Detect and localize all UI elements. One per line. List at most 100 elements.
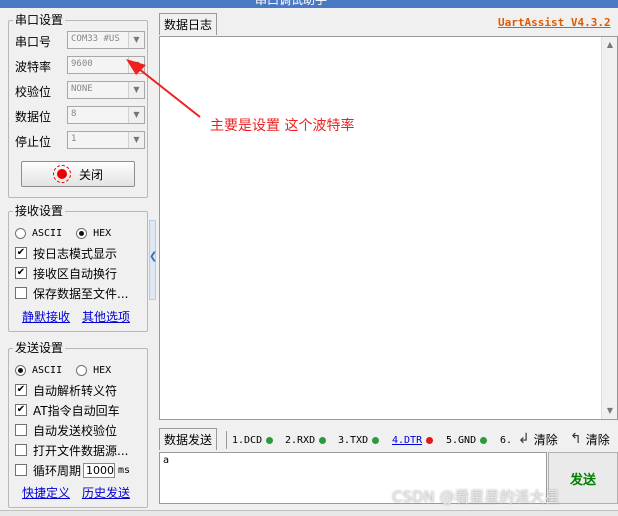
databits-label: 数据位 [15,109,52,124]
parity-label: 校验位 [15,84,52,99]
log-mode-option[interactable]: ✔ 按日志模式显示 [15,244,117,262]
tab-data-log[interactable]: 数据日志 [159,13,218,35]
signal-6-label: 6. [500,434,513,446]
signal-txd-label: 3.TXD [338,434,369,446]
receive-settings-title: 接收设置 [13,204,66,218]
log-mode-label: 按日志模式显示 [33,246,118,261]
stopbits-row: 停止位 [15,131,59,151]
checksum-checkbox[interactable] [15,424,27,436]
serial-settings-title: 串口设置 [13,13,66,27]
signal-gnd: 5.GND [446,432,488,448]
save-to-file-option[interactable]: 保存数据至文件... [15,284,128,302]
port-select[interactable]: COM33 #US ▼ [67,31,145,49]
send-hex-label: HEX [93,364,112,376]
clear-receive-button[interactable]: ↲ 清除 [518,430,558,448]
port-status-icon [52,165,71,183]
save-to-file-label: 保存数据至文件... [33,286,129,301]
panel-splitter[interactable]: ❮ [149,220,157,300]
tab-data-send-label: 数据发送 [164,433,213,447]
signal-rxd-indicator [319,436,327,444]
tab-data-send[interactable]: 数据发送 [159,428,218,450]
watermark: CSDN @看星星的派大星 [392,488,560,506]
log-scrollbar[interactable]: ▲ ▼ [601,37,617,419]
baud-label: 波特率 [15,59,52,74]
silent-receive-link[interactable]: 静默接收 [22,308,70,325]
auto-wrap-checkbox[interactable]: ✔ [15,267,27,279]
save-to-file-checkbox[interactable] [15,287,27,299]
parity-row: 校验位 [15,81,59,101]
signal-dtr[interactable]: 4.DTR [392,432,434,448]
send-mode-row: ASCII HEX [15,361,111,379]
scroll-down-icon[interactable]: ▼ [602,403,618,419]
cycle-label: 循环周期 [33,463,82,478]
signal-txd-indicator [372,436,380,444]
checksum-label: 自动发送校验位 [33,423,118,438]
log-mode-checkbox[interactable]: ✔ [15,247,27,259]
send-hex-radio[interactable] [76,364,88,376]
checksum-option[interactable]: 自动发送校验位 [15,421,117,439]
send-ascii-radio[interactable] [15,364,26,376]
send-button-label: 发送 [569,472,596,488]
signal-rxd-label: 2.RXD [285,434,316,446]
annotation-arrow [126,59,201,118]
cycle-checkbox[interactable] [15,464,27,476]
receive-mode-row: ASCII HEX [15,224,111,242]
chevron-left-icon[interactable]: ❮ [149,251,157,262]
send-settings-title: 发送设置 [13,341,66,355]
at-return-checkbox[interactable]: ✔ [15,404,27,416]
cycle-input[interactable]: 1000 [83,462,116,478]
send-ascii-label: ASCII [32,364,63,376]
signal-dtr-indicator [426,436,434,444]
escape-checkbox[interactable]: ✔ [15,384,27,396]
parity-value: NONE [71,84,93,94]
clear-receive-label: 清除 [533,432,558,447]
shortcut-link[interactable]: 快捷定义 [22,484,70,501]
signal-rxd: 2.RXD [285,432,327,448]
other-options-link[interactable]: 其他选项 [82,308,130,325]
signal-gnd-label: 5.GND [446,434,477,446]
receive-settings-group: 接收设置 ASCII HEX ✔ 按日志模式显示 ✔ 接收区自动换行 保存数据至… [8,204,148,332]
signal-dcd-label: 1.DCD [232,434,263,446]
escape-label: 自动解析转义符 [33,383,118,398]
chevron-down-icon[interactable]: ▼ [128,132,144,148]
clear-send-button[interactable]: ↰ 清除 [570,430,610,448]
auto-wrap-option[interactable]: ✔ 接收区自动换行 [15,264,117,282]
at-return-label: AT指令自动回车 [33,403,120,418]
file-source-checkbox[interactable] [15,444,27,456]
scroll-up-icon[interactable]: ▲ [602,37,618,53]
version-link[interactable]: UartAssist V4.3.2 [498,16,611,29]
cycle-option[interactable]: 循环周期 1000 ms [15,461,130,479]
port-label: 串口号 [15,34,52,49]
window-title: 串口调试助手 [255,0,328,7]
close-port-button[interactable]: 关闭 [21,161,135,187]
close-port-label: 关闭 [78,167,103,182]
cycle-unit: ms [118,464,131,476]
signal-txd: 3.TXD [338,432,380,448]
status-bar [0,510,618,516]
at-return-option[interactable]: ✔ AT指令自动回车 [15,401,120,419]
signal-6: 6. [500,432,512,448]
separator [226,431,227,449]
port-value: COM33 #US [71,34,120,44]
file-source-option[interactable]: 打开文件数据源... [15,441,128,459]
history-link[interactable]: 历史发送 [82,484,130,501]
signal-dcd-indicator [266,436,274,444]
receive-ascii-label: ASCII [32,227,63,239]
stopbits-label: 停止位 [15,134,52,149]
annotation-text: 主要是设置 这个波特率 [210,118,355,134]
signal-gnd-indicator [480,436,488,444]
signal-dtr-label[interactable]: 4.DTR [392,435,422,446]
chevron-down-icon[interactable]: ▼ [128,32,144,48]
auto-wrap-label: 接收区自动换行 [33,266,118,281]
receive-log-area[interactable]: ▲ ▼ [159,36,618,420]
send-input-text: a [163,455,170,466]
port-row: 串口号 [15,31,59,51]
receive-ascii-radio[interactable] [15,227,26,239]
escape-option[interactable]: ✔ 自动解析转义符 [15,381,117,399]
receive-hex-radio[interactable] [76,227,88,239]
send-settings-group: 发送设置 ASCII HEX ✔ 自动解析转义符 ✔ AT指令自动回车 自动发送… [8,341,148,508]
stopbits-select[interactable]: 1 ▼ [67,131,145,149]
receive-hex-label: HEX [93,227,112,239]
clear-arrow-icon: ↰ [570,431,582,447]
clear-send-label: 清除 [585,432,610,447]
